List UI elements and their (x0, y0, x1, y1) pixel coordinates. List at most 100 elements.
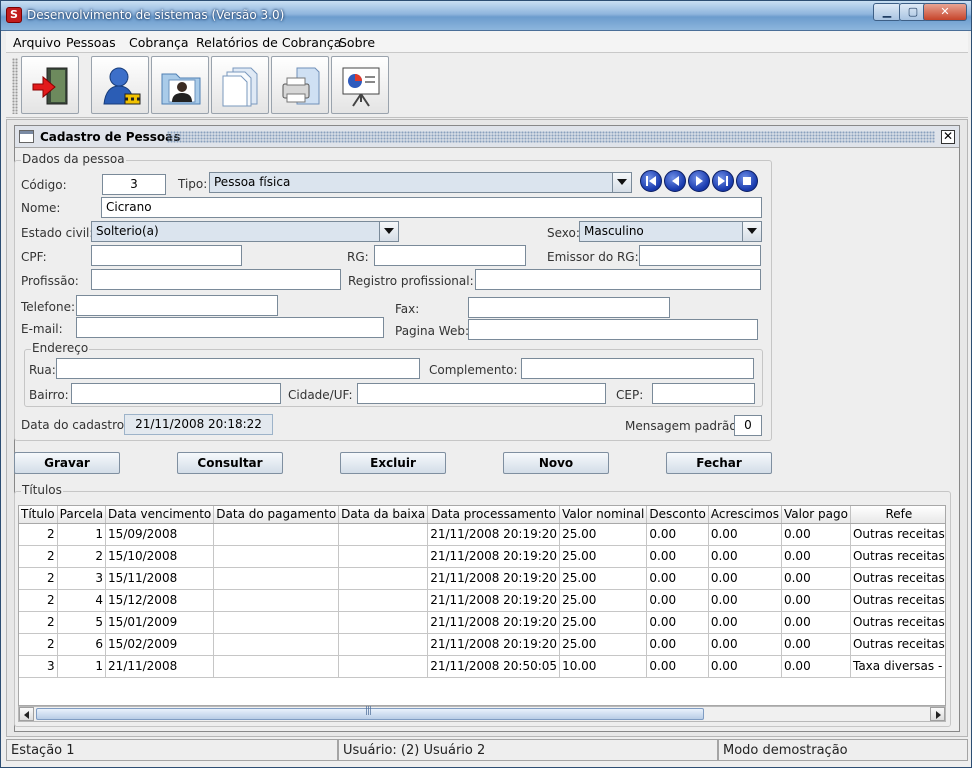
table-cell[interactable]: 15/02/2009 (105, 633, 215, 656)
table-cell[interactable]: 0.00 (708, 545, 782, 568)
menu-cobranca[interactable]: Cobrança (129, 35, 189, 50)
table-cell[interactable] (338, 545, 429, 568)
titulos-table[interactable]: Título Parcela Data vencimento Data do paga… (18, 505, 946, 706)
emissor-rg-field[interactable] (639, 245, 761, 266)
table-cell[interactable] (213, 545, 340, 568)
table-cell[interactable]: 0.00 (646, 545, 709, 568)
scroll-left-icon[interactable] (19, 707, 34, 721)
excluir-button[interactable]: Excluir (340, 452, 446, 474)
column-header[interactable]: Valor pago (781, 506, 851, 524)
table-row[interactable]: 2 5 15/01/2009 21/11/2008 20:19:20 25.00 0.00… (19, 611, 945, 634)
table-cell[interactable]: 2 (19, 589, 58, 612)
tipo-select[interactable]: Pessoa física (209, 172, 632, 193)
fax-field[interactable] (468, 297, 670, 318)
previous-record-button[interactable] (664, 170, 686, 192)
frame-close-button[interactable]: ✕ (941, 130, 955, 144)
table-cell[interactable] (338, 611, 429, 634)
column-header[interactable]: Parcela (57, 506, 107, 524)
title-bar[interactable]: S Desenvolvimento de sistemas (Versão 3.… (1, 1, 971, 31)
stop-button[interactable] (736, 170, 758, 192)
table-row[interactable]: 2 1 15/09/2008 21/11/2008 20:19:20 25.00 0.00… (19, 523, 945, 546)
column-header[interactable]: Data do pagamento (213, 506, 340, 524)
table-cell[interactable]: Outras receitas (850, 633, 945, 656)
fechar-button[interactable]: Fechar (666, 452, 772, 474)
codigo-field[interactable]: 3 (102, 174, 166, 195)
table-cell[interactable]: 25.00 (559, 611, 648, 634)
table-cell[interactable]: 0.00 (781, 589, 851, 612)
gravar-button[interactable]: Gravar (14, 452, 120, 474)
nome-field[interactable]: Cicrano (101, 197, 762, 218)
table-cell[interactable]: 4 (57, 589, 107, 612)
table-cell[interactable]: 0.00 (781, 655, 851, 678)
column-header[interactable]: Desconto (646, 506, 709, 524)
table-cell[interactable]: 21/11/2008 (105, 655, 215, 678)
horizontal-scrollbar[interactable] (18, 706, 946, 722)
table-cell[interactable]: 1 (57, 523, 107, 546)
email-field[interactable] (76, 317, 384, 338)
table-cell[interactable]: 2 (19, 611, 58, 634)
consultar-button[interactable]: Consultar (177, 452, 283, 474)
table-cell[interactable] (213, 567, 340, 590)
table-cell[interactable] (213, 611, 340, 634)
menu-relatorios-cobranca[interactable]: Relatórios de Cobrança (196, 35, 341, 50)
table-cell[interactable] (338, 567, 429, 590)
table-cell[interactable]: 3 (57, 567, 107, 590)
frame-title-bar[interactable]: Cadastro de Pessoas ✕ (15, 126, 959, 148)
table-cell[interactable]: 21/11/2008 20:19:20 (427, 589, 561, 612)
table-cell[interactable]: 0.00 (708, 523, 782, 546)
toolbar-grip[interactable] (12, 58, 18, 114)
table-cell[interactable]: 21/11/2008 20:19:20 (427, 523, 561, 546)
table-cell[interactable]: 0.00 (646, 655, 709, 678)
table-cell[interactable]: 0.00 (781, 545, 851, 568)
table-cell[interactable]: 6 (57, 633, 107, 656)
table-cell[interactable]: 15/09/2008 (105, 523, 215, 546)
presentation-button[interactable] (331, 56, 389, 114)
table-cell[interactable]: 0.00 (708, 633, 782, 656)
cpf-field[interactable] (91, 245, 242, 266)
table-cell[interactable]: 21/11/2008 20:19:20 (427, 633, 561, 656)
table-cell[interactable]: 2 (57, 545, 107, 568)
table-cell[interactable]: 2 (19, 633, 58, 656)
table-row[interactable]: 2 2 15/10/2008 21/11/2008 20:19:20 25.00 0.00… (19, 545, 945, 568)
chevron-down-icon[interactable] (379, 222, 398, 241)
rg-field[interactable] (374, 245, 526, 266)
documents-button[interactable] (211, 56, 269, 114)
table-cell[interactable]: 25.00 (559, 589, 648, 612)
table-cell[interactable]: 0.00 (646, 589, 709, 612)
chevron-down-icon[interactable] (742, 222, 761, 241)
column-header[interactable]: Refe (850, 506, 945, 524)
chevron-down-icon[interactable] (612, 173, 631, 192)
table-row[interactable]: 2 4 15/12/2008 21/11/2008 20:19:20 25.00 0.00… (19, 589, 945, 612)
column-header[interactable]: Valor nominal (559, 506, 648, 524)
table-cell[interactable]: 0.00 (646, 633, 709, 656)
complemento-field[interactable] (521, 358, 754, 379)
table-cell[interactable]: 0.00 (781, 523, 851, 546)
table-cell[interactable]: 0.00 (708, 567, 782, 590)
column-header[interactable]: Data da baixa (338, 506, 429, 524)
table-cell[interactable]: Outras receitas (850, 589, 945, 612)
sexo-select[interactable]: Masculino (579, 221, 762, 242)
table-cell[interactable]: 21/11/2008 20:19:20 (427, 611, 561, 634)
cep-field[interactable] (652, 383, 755, 404)
mensagem-padrao-field[interactable]: 0 (734, 415, 762, 436)
table-cell[interactable]: 15/12/2008 (105, 589, 215, 612)
table-cell[interactable]: 10.00 (559, 655, 648, 678)
table-row[interactable]: 3 1 21/11/2008 21/11/2008 20:50:05 10.00 0.00… (19, 655, 945, 678)
table-cell[interactable] (213, 523, 340, 546)
table-cell[interactable]: 15/01/2009 (105, 611, 215, 634)
menu-sobre[interactable]: Sobre (339, 35, 375, 50)
scroll-right-icon[interactable] (930, 707, 945, 721)
table-cell[interactable]: 15/10/2008 (105, 545, 215, 568)
table-cell[interactable]: Outras receitas (850, 545, 945, 568)
print-button[interactable] (271, 56, 329, 114)
column-header[interactable]: Data vencimento (105, 506, 215, 524)
table-row[interactable]: 2 3 15/11/2008 21/11/2008 20:19:20 25.00 0.00… (19, 567, 945, 590)
next-record-button[interactable] (688, 170, 710, 192)
close-window-button[interactable]: ✕ (923, 3, 967, 21)
table-cell[interactable]: Outras receitas (850, 611, 945, 634)
table-cell[interactable]: 0.00 (646, 611, 709, 634)
user-button[interactable] (91, 56, 149, 114)
table-cell[interactable] (338, 523, 429, 546)
table-cell[interactable] (338, 589, 429, 612)
table-cell[interactable]: 25.00 (559, 523, 648, 546)
